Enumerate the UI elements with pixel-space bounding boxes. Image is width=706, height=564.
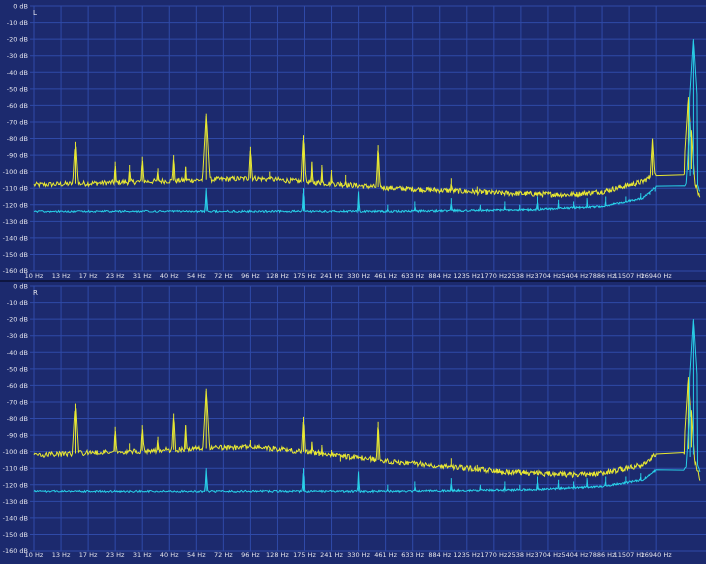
x-tick-label: 96 Hz: [241, 551, 260, 559]
channel-label: R: [33, 289, 38, 297]
x-tick-label: 2538 Hz: [507, 272, 534, 280]
y-tick-label: -20 dB: [7, 316, 28, 324]
x-tick-label: 3704 Hz: [534, 272, 561, 280]
x-tick-label: 10 Hz: [25, 551, 44, 559]
x-tick-label: 1770 Hz: [480, 272, 507, 280]
x-axis-ticks: 10 Hz 13 Hz 17 Hz 23 Hz 31 Hz 40 Hz 54 Hz 72 Hz…: [25, 551, 673, 559]
x-tick-label: 884 Hz: [428, 551, 451, 559]
x-tick-label: 72 Hz: [214, 272, 233, 280]
y-tick-label: -50 dB: [7, 365, 28, 373]
x-tick-label: 5404 Hz: [562, 272, 589, 280]
y-tick-label: -60 dB: [7, 382, 28, 390]
x-tick-label: 633 Hz: [401, 551, 424, 559]
x-tick-label: 1235 Hz: [453, 272, 480, 280]
y-tick-label: -40 dB: [7, 69, 28, 77]
x-axis-ticks: 10 Hz 13 Hz 17 Hz 23 Hz 31 Hz 40 Hz 54 Hz 72 Hz…: [25, 272, 673, 280]
x-tick-label: 1235 Hz: [453, 551, 480, 559]
x-tick-label: 7886 Hz: [589, 551, 616, 559]
y-tick-label: -150 dB: [3, 251, 28, 259]
y-tick-label: -10 dB: [7, 299, 28, 307]
y-tick-label: -90 dB: [7, 152, 28, 160]
x-tick-label: 13 Hz: [52, 551, 71, 559]
spectrum-chart: 0 dB -10 dB -20 dB -30 dB -40 dB -50 dB -60 dB…: [0, 0, 706, 560]
y-tick-label: -120 dB: [3, 481, 28, 489]
x-tick-label: 461 Hz: [374, 272, 397, 280]
y-tick-label: -140 dB: [3, 234, 28, 242]
x-tick-label: 96 Hz: [241, 272, 260, 280]
y-tick-label: -80 dB: [7, 135, 28, 143]
x-tick-label: 54 Hz: [187, 272, 206, 280]
x-tick-label: 241 Hz: [320, 551, 343, 559]
x-tick-label: 40 Hz: [160, 272, 179, 280]
y-tick-label: -130 dB: [3, 498, 28, 506]
x-tick-label: 461 Hz: [374, 551, 397, 559]
x-tick-label: 1770 Hz: [480, 551, 507, 559]
x-tick-label: 330 Hz: [347, 272, 370, 280]
y-tick-label: -80 dB: [7, 415, 28, 423]
x-tick-label: 241 Hz: [320, 272, 343, 280]
x-tick-label: 23 Hz: [106, 551, 125, 559]
x-tick-label: 10 Hz: [25, 272, 44, 280]
x-tick-label: 17 Hz: [79, 272, 98, 280]
y-tick-label: -50 dB: [7, 85, 28, 93]
spectrum-analyzer: 0 dB -10 dB -20 dB -30 dB -40 dB -50 dB -60 dB…: [0, 0, 706, 560]
x-tick-label: 128 Hz: [266, 272, 289, 280]
x-tick-label: 13 Hz: [52, 272, 71, 280]
y-tick-label: -20 dB: [7, 36, 28, 44]
y-tick-label: -140 dB: [3, 514, 28, 522]
x-tick-label: 3704 Hz: [534, 551, 561, 559]
x-tick-label: 17 Hz: [79, 551, 98, 559]
x-tick-label: 128 Hz: [266, 551, 289, 559]
y-tick-label: -150 dB: [3, 531, 28, 539]
x-tick-label: 23 Hz: [106, 272, 125, 280]
x-tick-label: 633 Hz: [401, 272, 424, 280]
y-axis-ticks: 0 dB -10 dB -20 dB -30 dB -40 dB -50 dB -60 dB…: [3, 3, 28, 276]
x-tick-label: 31 Hz: [133, 272, 152, 280]
y-tick-label: 0 dB: [13, 283, 28, 291]
x-tick-label: 40 Hz: [160, 551, 179, 559]
y-tick-label: -100 dB: [3, 448, 28, 456]
x-tick-label: 175 Hz: [293, 272, 316, 280]
y-tick-label: -70 dB: [7, 118, 28, 126]
x-tick-label: 2538 Hz: [507, 551, 534, 559]
y-tick-label: -10 dB: [7, 19, 28, 27]
y-tick-label: -90 dB: [7, 432, 28, 440]
y-tick-label: -30 dB: [7, 52, 28, 60]
x-tick-label: 16940 Hz: [641, 551, 673, 559]
channel-label: L: [33, 9, 37, 17]
y-tick-label: -40 dB: [7, 349, 28, 357]
x-tick-label: 330 Hz: [347, 551, 370, 559]
y-tick-label: -70 dB: [7, 398, 28, 406]
x-tick-label: 884 Hz: [428, 272, 451, 280]
y-tick-label: -30 dB: [7, 332, 28, 340]
x-tick-label: 7886 Hz: [589, 272, 616, 280]
y-tick-label: -120 dB: [3, 201, 28, 209]
y-axis-ticks: 0 dB -10 dB -20 dB -30 dB -40 dB -50 dB -60 dB…: [3, 283, 28, 556]
y-tick-label: -110 dB: [3, 465, 28, 473]
x-tick-label: 54 Hz: [187, 551, 206, 559]
y-tick-label: -130 dB: [3, 218, 28, 226]
y-tick-label: -60 dB: [7, 102, 28, 110]
x-tick-label: 72 Hz: [214, 551, 233, 559]
x-tick-label: 31 Hz: [133, 551, 152, 559]
y-tick-label: -110 dB: [3, 185, 28, 193]
x-tick-label: 16940 Hz: [641, 272, 673, 280]
y-tick-label: -100 dB: [3, 168, 28, 176]
y-tick-label: 0 dB: [13, 3, 28, 11]
x-tick-label: 175 Hz: [293, 551, 316, 559]
x-tick-label: 5404 Hz: [562, 551, 589, 559]
